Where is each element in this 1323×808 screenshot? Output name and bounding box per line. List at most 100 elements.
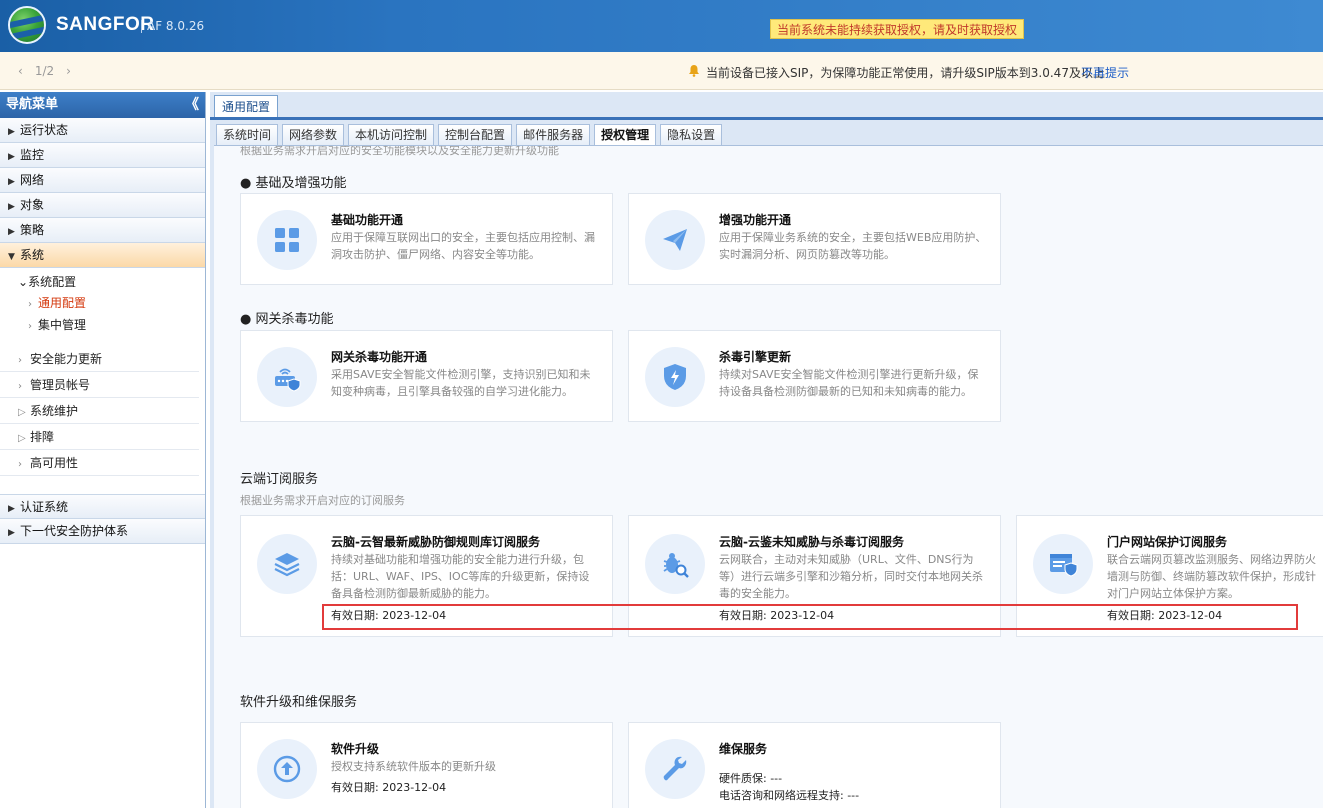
- section-cloud-title: 云端订阅服务: [240, 472, 319, 487]
- caret-down-icon: ▼: [8, 252, 15, 262]
- bug-search-icon: [645, 534, 705, 594]
- notice-bar: ‹ 1/2 › 当前设备已接入SIP，为保障功能正常使用，请升级SIP版本到3.0.…: [0, 52, 1323, 90]
- card-title: 门户网站保护订阅服务: [1107, 535, 1228, 549]
- bell-icon: [689, 65, 699, 77]
- subtab-bar: 系统时间 网络参数 本机访问控制 控制台配置 邮件服务器 授权管理 隐私设置: [216, 124, 726, 146]
- caret-right-icon: ▷: [18, 433, 26, 444]
- tab-general-config[interactable]: 通用配置: [214, 95, 279, 117]
- sidebar-item-auth-system[interactable]: ▶ 认证系统: [0, 494, 205, 519]
- section-cloud-subtitle: 根据业务需求开启对应的订阅服务: [240, 494, 405, 507]
- card-expiry-date: 有效日期: 2023-12-04: [331, 781, 447, 794]
- card-desc: 采用SAVE安全智能文件检测引擎，支持识别已知和未知变种病毒，且引擎具备较强的自…: [331, 368, 591, 398]
- tab-network-params[interactable]: 网络参数: [282, 124, 345, 146]
- sidebar-item-admin-accounts[interactable]: › 管理员帐号: [0, 372, 199, 398]
- pager-count: 1/2: [34, 64, 55, 78]
- caret-right-icon: ›: [18, 355, 22, 366]
- sidebar-item-maintenance[interactable]: ▷ 系统维护: [0, 398, 199, 424]
- sidebar-item-status[interactable]: ▶ 运行状态: [0, 118, 205, 143]
- card-title: 杀毒引擎更新: [719, 350, 792, 364]
- card-desc: 授权支持系统软件版本的更新升级: [331, 760, 496, 773]
- dismiss-notice-link[interactable]: 不再提示: [1081, 64, 1129, 81]
- section-basic-title: ● 基础及增强功能: [240, 176, 347, 191]
- caret-right-icon: ▶: [8, 227, 15, 237]
- card-basic-function[interactable]: 基础功能开通 应用于保障互联网出口的安全，主要包括应用控制、漏洞攻击防护、僵尸网…: [240, 193, 613, 285]
- card-desc: 持续对基础功能和增强功能的安全能力进行升级，包括：URL、WAF、IPS、IOC…: [331, 553, 590, 600]
- card-title: 软件升级: [331, 742, 380, 756]
- sidebar-item-central-management[interactable]: › 集中管理: [0, 314, 205, 336]
- card-software-upgrade[interactable]: 软件升级 授权支持系统软件版本的更新升级 有效日期: 2023-12-04: [240, 722, 613, 808]
- caret-right-icon: ▶: [8, 528, 15, 538]
- card-title: 基础功能开通: [331, 213, 404, 227]
- license-warning-banner[interactable]: 当前系统未能持续获取授权，请及时获取授权: [770, 19, 1025, 39]
- nav-title: 导航菜单: [6, 97, 59, 112]
- card-title: 维保服务: [719, 742, 768, 756]
- card-title: 增强功能开通: [719, 213, 792, 227]
- caret-right-icon: ▶: [8, 177, 15, 187]
- caret-right-icon: ›: [28, 299, 32, 310]
- upload-icon: [257, 739, 317, 799]
- license-content: 根据业务需求开启对应的安全功能模块以及安全能力更新升级功能 ● 基础及增强功能 …: [214, 145, 1323, 808]
- card-gateway-antivirus[interactable]: 网关杀毒功能开通 采用SAVE安全智能文件检测引擎，支持识别已知和未知变种病毒，…: [240, 330, 613, 422]
- sidebar-item-system[interactable]: ▼ 系统: [0, 243, 205, 268]
- wrench-icon: [645, 739, 705, 799]
- tab-system-time[interactable]: 系统时间: [216, 124, 279, 146]
- sidebar-item-security-update[interactable]: › 安全能力更新: [0, 346, 199, 372]
- sangfor-logo-icon: [8, 6, 46, 44]
- card-desc: 联合云端网页篡改监测服务、网络边界防火墙测与防御、终端防篡改软件保护，形成针对门…: [1107, 553, 1316, 600]
- grid-icon: [257, 210, 317, 270]
- card-title: 云脑-云智最新威胁防御规则库订阅服务: [331, 535, 540, 549]
- version-label: AF 8.0.26: [140, 19, 205, 33]
- card-antivirus-engine-update[interactable]: 杀毒引擎更新 持续对SAVE安全智能文件检测引擎进行更新升级，保持设备具备检测防…: [628, 330, 1001, 422]
- notice-pager: ‹ 1/2 ›: [12, 64, 77, 78]
- tab-local-access-control[interactable]: 本机访问控制: [348, 124, 435, 146]
- sidebar-item-troubleshoot[interactable]: ▷ 排障: [0, 424, 199, 450]
- section-antivirus-title: ● 网关杀毒功能: [240, 312, 334, 327]
- card-enhanced-function[interactable]: 增强功能开通 应用于保障业务系统的安全，主要包括WEB应用防护、实时漏洞分析、网…: [628, 193, 1001, 285]
- sidebar-item-general-config[interactable]: › 通用配置: [0, 292, 205, 314]
- tab-underline: [210, 117, 1323, 120]
- tab-license-management[interactable]: 授权管理: [594, 124, 657, 146]
- card-desc: 云网联合，主动对未知威胁（URL、文件、DNS行为等）进行云端多引擎和沙箱分析，…: [719, 553, 983, 600]
- sidebar-nav: 导航菜单 《 ▶ 运行状态 ▶ 监控 ▶ 网络 ▶ 对象 ▶ 策略 ▼ 系统 ⌄系统配置 ›…: [0, 92, 206, 808]
- caret-right-icon: ▶: [8, 152, 15, 162]
- card-desc: 应用于保障互联网出口的安全，主要包括应用控制、漏洞攻击防护、僵尸网络、内容安全等…: [331, 231, 595, 261]
- hardware-warranty: 硬件质保: ---: [719, 772, 783, 785]
- sidebar-item-system-config[interactable]: ⌄系统配置: [0, 272, 205, 292]
- web-shield-icon: [1033, 534, 1093, 594]
- pager-prev-icon[interactable]: ‹: [18, 64, 23, 78]
- notice-message: 当前设备已接入SIP，为保障功能正常使用，请升级SIP版本到3.0.47及以上: [706, 66, 1105, 80]
- caret-right-icon: ▶: [8, 202, 15, 212]
- caret-right-icon: ›: [18, 459, 22, 470]
- expiry-highlight-box: [322, 604, 1298, 630]
- sidebar-item-objects[interactable]: ▶ 对象: [0, 193, 205, 218]
- sidebar-item-network[interactable]: ▶ 网络: [0, 168, 205, 193]
- caret-down-icon: ⌄: [18, 275, 29, 289]
- top-header: SANGFOR AF 8.0.26 当前系统未能持续获取授权，请及时获取授权: [0, 0, 1323, 52]
- caret-right-icon: ▷: [18, 407, 26, 418]
- sidebar-item-high-availability[interactable]: › 高可用性: [0, 450, 199, 476]
- collapse-nav-icon[interactable]: 《: [185, 92, 199, 118]
- caret-right-icon: ›: [28, 321, 32, 332]
- tab-console-config[interactable]: 控制台配置: [438, 124, 513, 146]
- tab-privacy-settings[interactable]: 隐私设置: [660, 124, 723, 146]
- remote-support: 电话咨询和网络远程支持: ---: [719, 789, 860, 802]
- sidebar-item-next-gen-security[interactable]: ▶ 下一代安全防护体系: [0, 519, 205, 544]
- card-title: 网关杀毒功能开通: [331, 350, 428, 364]
- brand-name: SANGFOR: [56, 14, 155, 35]
- system-submenu: ⌄系统配置 › 通用配置 › 集中管理 › 安全能力更新 › 管理员帐号 ▷ 系统维护 ▷…: [0, 268, 205, 476]
- top-hint: 根据业务需求开启对应的安全功能模块以及安全能力更新升级功能: [240, 145, 559, 157]
- main-panel: 通用配置 系统时间 网络参数 本机访问控制 控制台配置 邮件服务器 授权管理 隐…: [210, 92, 1323, 808]
- caret-right-icon: ▶: [8, 127, 15, 137]
- sidebar-item-policy[interactable]: ▶ 策略: [0, 218, 205, 243]
- card-title: 云脑-云鉴未知威胁与杀毒订阅服务: [719, 535, 904, 549]
- layers-icon: [257, 534, 317, 594]
- shield-bolt-icon: [645, 347, 705, 407]
- tab-mail-server[interactable]: 邮件服务器: [516, 124, 591, 146]
- card-desc: 持续对SAVE安全智能文件检测引擎进行更新升级，保持设备具备检测防御最新的已知和…: [719, 368, 979, 398]
- card-maintenance-service[interactable]: 维保服务 硬件质保: --- 电话咨询和网络远程支持: ---: [628, 722, 1001, 808]
- section-software-title: 软件升级和维保服务: [240, 695, 358, 710]
- sidebar-item-monitor[interactable]: ▶ 监控: [0, 143, 205, 168]
- nav-header: 导航菜单 《: [0, 92, 205, 118]
- pager-next-icon[interactable]: ›: [66, 64, 71, 78]
- card-desc: 应用于保障业务系统的安全，主要包括WEB应用防护、实时漏洞分析、网页防篡改等功能…: [719, 231, 987, 261]
